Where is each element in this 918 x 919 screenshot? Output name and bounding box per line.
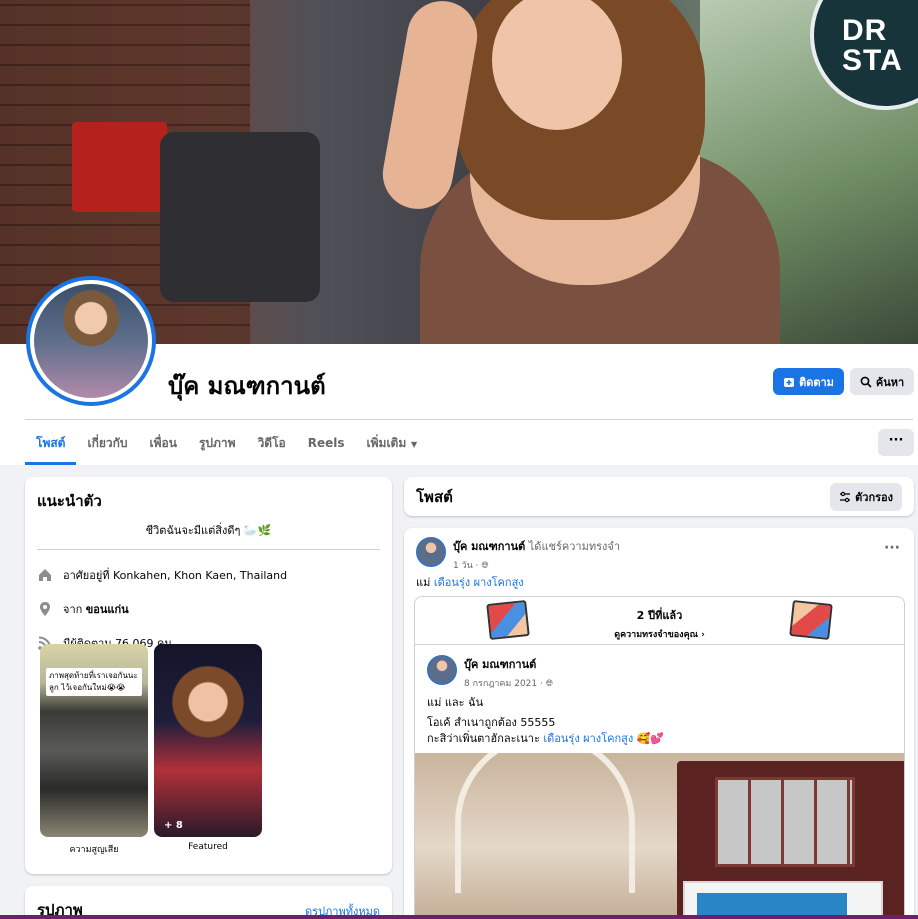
featured-item-featured[interactable]: + 8 Featured	[154, 644, 262, 856]
tab-reels[interactable]: Reels	[297, 421, 356, 465]
profile-name: บุ๊ค มณฑกานต์	[168, 372, 326, 400]
tab-photos[interactable]: รูปภาพ	[188, 421, 247, 465]
photo-window	[715, 777, 855, 867]
more-options-button[interactable]: ···	[878, 429, 914, 456]
tab-more[interactable]: เพิ่มเติม ▼	[356, 421, 429, 465]
tab-about[interactable]: เกี่ยวกับ	[76, 421, 138, 465]
intro-card: แนะนำตัว ชีวิตฉันจะมีแต่สิ่งดีๆ 🦢🌿 อาศัย…	[25, 477, 392, 874]
lives-prefix: อาศัยอยู่ที่	[63, 569, 114, 582]
taskbar-edge	[0, 915, 918, 919]
post-card: บุ๊ค มณฑกานต์ ได้แชร์ความทรงจำ 1 วัน · 🌐…	[404, 528, 914, 919]
original-tag[interactable]: เดือนรุ่ง ผางโคกสูง	[543, 732, 633, 745]
original-line-1: แม่ และ ฉัน	[427, 696, 484, 709]
featured-item-loss[interactable]: ภาพสุดท้ายที่เราเจอกันนะลูก ไว้เจอกันใหม…	[40, 644, 148, 856]
featured-collections: ภาพสุดท้ายที่เราเจอกันนะลูก ไว้เจอกันใหม…	[40, 644, 262, 856]
memory-illustration-right	[789, 600, 833, 640]
filter-label: ตัวกรอง	[855, 490, 893, 504]
filter-button[interactable]: ตัวกรอง	[830, 482, 902, 511]
follow-label: ติดตาม	[799, 375, 834, 389]
post-caption: แม่ เดือนรุ่ง ผางโคกสูง	[416, 573, 524, 591]
tab-posts[interactable]: โพสต์	[25, 421, 77, 465]
original-post-author: บุ๊ค มณฑกานต์ 8 กรกฎาคม 2021 · 🌐︎	[427, 655, 553, 690]
profile-avatar[interactable]	[26, 276, 156, 406]
post-author-block: บุ๊ค มณฑกานต์ ได้แชร์ความทรงจำ 1 วัน · 🌐…	[416, 537, 620, 572]
photo-arch	[455, 753, 635, 893]
post-options-button[interactable]: ···	[884, 540, 900, 556]
avatar-image	[34, 284, 148, 398]
lives-in-row: อาศัยอยู่ที่ Konkahen, Khon Kaen, Thaila…	[37, 566, 380, 584]
intro-title: แนะนำตัว	[37, 492, 102, 510]
photo-board	[683, 881, 883, 919]
featured-count: + 8	[164, 820, 183, 831]
globe-icon: 🌐︎	[481, 561, 489, 571]
from-prefix: จาก	[63, 603, 86, 616]
original-author-avatar[interactable]	[427, 655, 457, 685]
filter-icon	[840, 491, 851, 502]
profile-header: DR STA บุ๊ค มณฑกานต์ ติดตาม ค้นหา โพสต์ เ…	[0, 0, 918, 465]
memory-share: 2 ปีที่แล้ว ดูความทรงจำของคุณ › บุ๊ค มณฑ…	[414, 596, 905, 919]
chevron-down-icon: ▼	[408, 440, 418, 449]
cover-seat	[160, 132, 320, 302]
cover-red-bin	[72, 122, 167, 212]
original-post-date[interactable]: 8 กรกฎาคม 2021 ·	[464, 679, 543, 689]
original-line-3: กะสิว่าเพิ่นตาฮักละเนาะ เดือนรุ่ง ผางโคก…	[427, 732, 665, 745]
follow-icon	[784, 377, 795, 387]
post-action: ได้แชร์ความทรงจำ	[525, 540, 621, 553]
cover-sign-text: DR STA	[842, 14, 903, 77]
caption-prefix: แม่	[416, 576, 434, 589]
author-name[interactable]: บุ๊ค มณฑกานต์	[453, 540, 525, 553]
author-avatar[interactable]	[416, 537, 446, 567]
follow-button[interactable]: ติดตาม	[773, 368, 844, 395]
featured-label: ความสูญเสีย	[69, 845, 119, 855]
from-row: จาก ขอนแก่น	[37, 600, 380, 618]
posts-header: โพสต์ ตัวกรอง	[404, 477, 914, 516]
memory-header: 2 ปีที่แล้ว ดูความทรงจำของคุณ ›	[415, 597, 904, 645]
original-line-2: โอเค้ สำเนาถูกต้อง 55555	[427, 716, 556, 729]
tab-more-label: เพิ่มเติม	[366, 436, 407, 450]
lives-value[interactable]: Konkahen, Khon Kaen, Thailand	[113, 569, 287, 582]
home-icon	[37, 567, 53, 583]
from-value[interactable]: ขอนแก่น	[86, 603, 129, 616]
posts-title: โพสต์	[416, 487, 453, 506]
tab-friends[interactable]: เพื่อน	[139, 421, 188, 465]
search-label: ค้นหา	[875, 375, 905, 389]
globe-icon: 🌐︎	[545, 679, 553, 689]
post-photo[interactable]	[415, 753, 904, 919]
featured-cover-image: ภาพสุดท้ายที่เราเจอกันนะลูก ไว้เจอกันใหม…	[40, 644, 148, 837]
featured-cover-image: + 8	[154, 644, 262, 837]
tab-videos[interactable]: วิดีโอ	[247, 421, 297, 465]
caption-tag[interactable]: เดือนรุ่ง ผางโคกสูง	[434, 576, 524, 589]
search-button[interactable]: ค้นหา	[850, 368, 914, 395]
profile-tabs: โพสต์ เกี่ยวกับ เพื่อน รูปภาพ วิดีโอ Ree…	[25, 421, 428, 465]
memory-illustration-left	[486, 600, 530, 640]
post-time[interactable]: 1 วัน ·	[453, 561, 479, 571]
featured-label: Featured	[188, 842, 228, 852]
original-author-name[interactable]: บุ๊ค มณฑกานต์	[464, 658, 536, 671]
location-pin-icon	[37, 601, 53, 617]
search-icon	[860, 376, 872, 388]
intro-bio: ชีวิตฉันจะมีแต่สิ่งดีๆ 🦢🌿	[37, 521, 380, 550]
original-post-text: แม่ และ ฉัน โอเค้ สำเนาถูกต้อง 55555 กะส…	[427, 695, 664, 747]
header-divider	[25, 419, 913, 420]
cover-photo[interactable]: DR STA	[0, 0, 918, 344]
featured-note: ภาพสุดท้ายที่เราเจอกันนะลูก ไว้เจอกันใหม…	[46, 668, 142, 696]
